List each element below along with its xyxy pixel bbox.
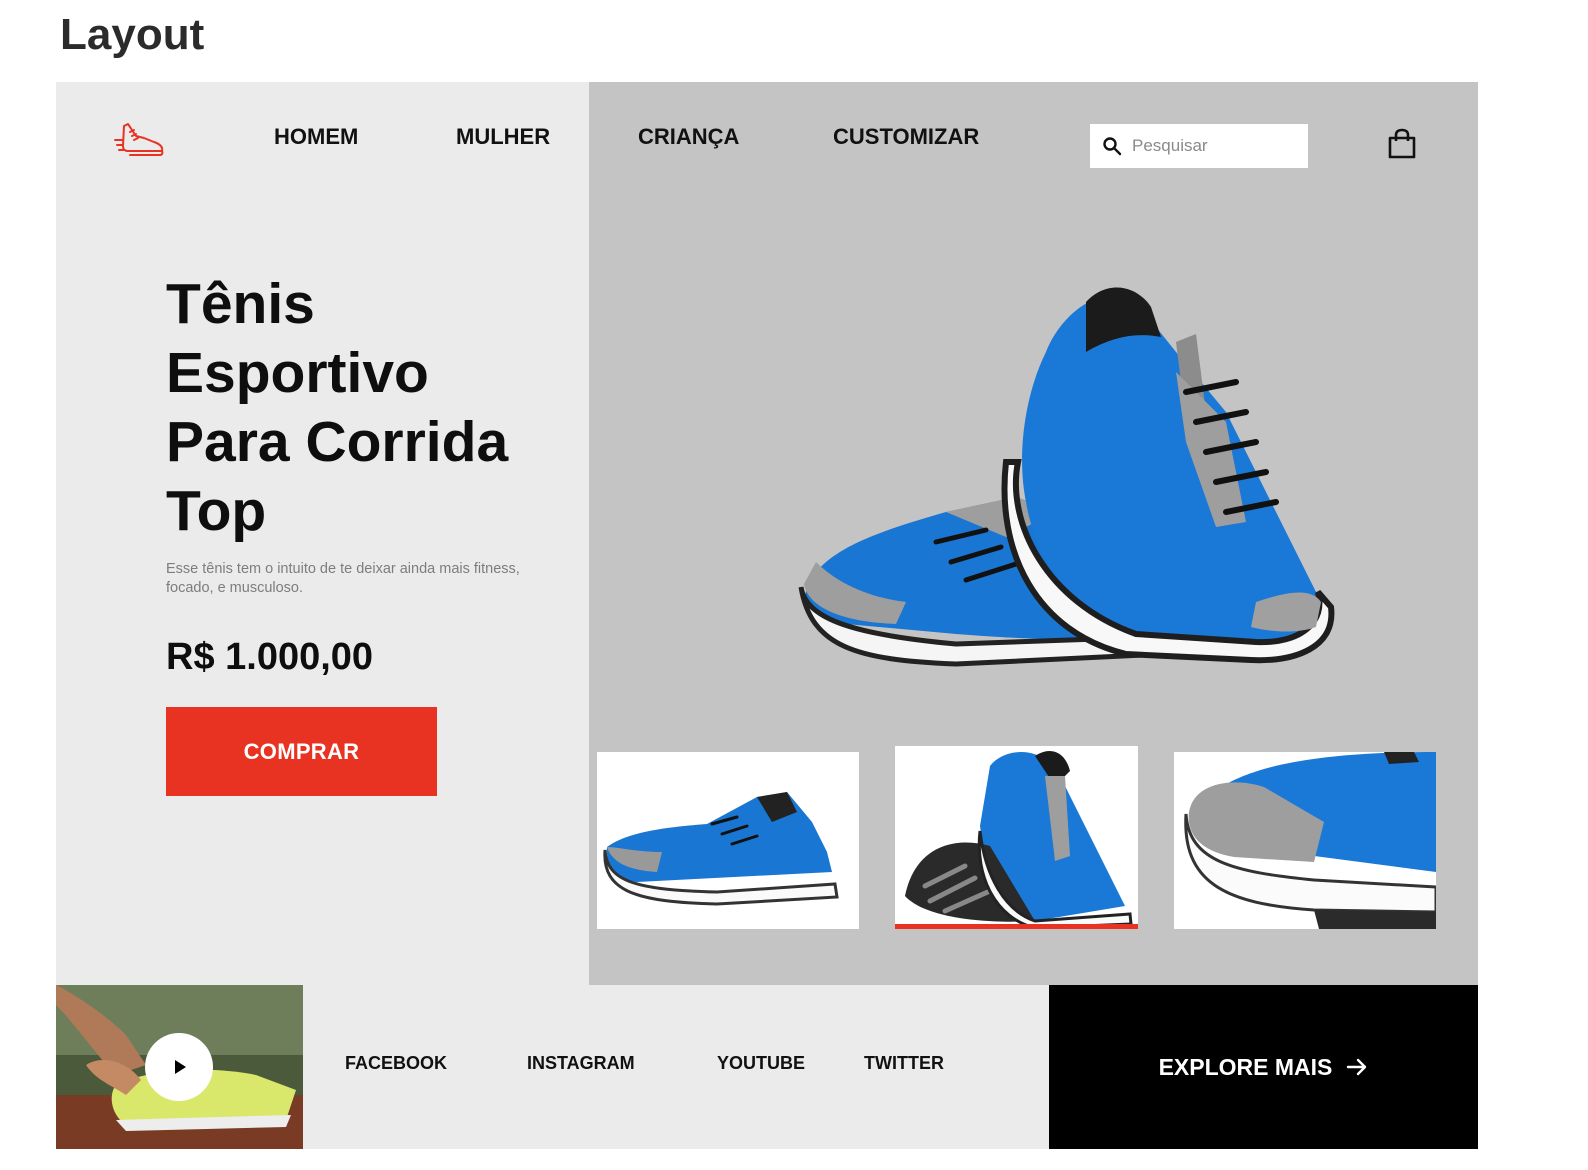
search-bar — [1090, 124, 1308, 168]
thumbnail-1[interactable] — [597, 752, 859, 929]
product-price: R$ 1.000,00 — [166, 636, 374, 678]
hero-left-panel: HOMEM MULHER Tênis Esportivo Para Corrid… — [56, 82, 589, 985]
shoes-side-view-image — [603, 792, 839, 906]
nav-homem[interactable]: HOMEM — [274, 124, 358, 150]
hero-title: Tênis Esportivo Para Corrida Top — [166, 272, 509, 543]
arrow-right-icon — [1347, 1058, 1367, 1076]
social-links-bar: FACEBOOK INSTAGRAM YOUTUBE TWITTER — [303, 985, 1049, 1149]
play-icon — [175, 1060, 186, 1074]
page-heading: Layout — [60, 10, 205, 59]
front-shoe — [1001, 287, 1335, 664]
thumbnail-3[interactable] — [1174, 752, 1436, 929]
explore-more-button[interactable]: EXPLORE MAIS — [1049, 985, 1478, 1149]
buy-button[interactable]: COMPRAR — [166, 707, 437, 796]
thumbnail-2[interactable] — [895, 746, 1138, 929]
main-product-image — [798, 287, 1335, 667]
landing-page-frame: HOMEM MULHER Tênis Esportivo Para Corrid… — [56, 82, 1478, 1149]
nav-crianca[interactable]: CRIANÇA — [638, 124, 739, 150]
twitter-link[interactable]: TWITTER — [864, 1053, 944, 1074]
youtube-link[interactable]: YOUTUBE — [717, 1053, 805, 1074]
instagram-link[interactable]: INSTAGRAM — [527, 1053, 635, 1074]
facebook-link[interactable]: FACEBOOK — [345, 1053, 447, 1074]
search-icon — [1103, 137, 1122, 156]
explore-more-label: EXPLORE MAIS — [1158, 1053, 1333, 1080]
shoe-closeup-view-image — [1184, 752, 1436, 929]
shoes-sole-view-image — [905, 751, 1133, 929]
play-button[interactable] — [145, 1033, 213, 1101]
hero-description: Esse tênis tem o intuito de te deixar ai… — [166, 561, 520, 596]
nav-customizar[interactable]: CUSTOMIZAR — [833, 124, 979, 150]
shopping-bag-icon[interactable] — [1387, 128, 1417, 160]
search-input[interactable] — [1132, 136, 1292, 156]
video-thumbnail[interactable] — [56, 985, 303, 1149]
nav-mulher[interactable]: MULHER — [456, 124, 550, 150]
running-shoe-icon[interactable] — [114, 120, 166, 158]
